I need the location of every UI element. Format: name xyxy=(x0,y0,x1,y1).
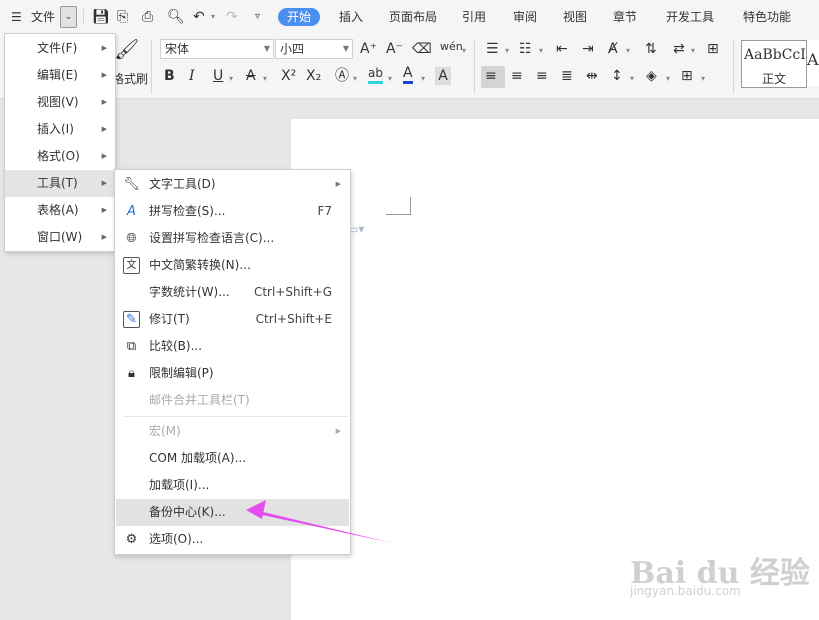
annotation-arrow xyxy=(246,500,392,543)
arrow-tail xyxy=(255,510,392,543)
arrow-head xyxy=(246,500,266,519)
